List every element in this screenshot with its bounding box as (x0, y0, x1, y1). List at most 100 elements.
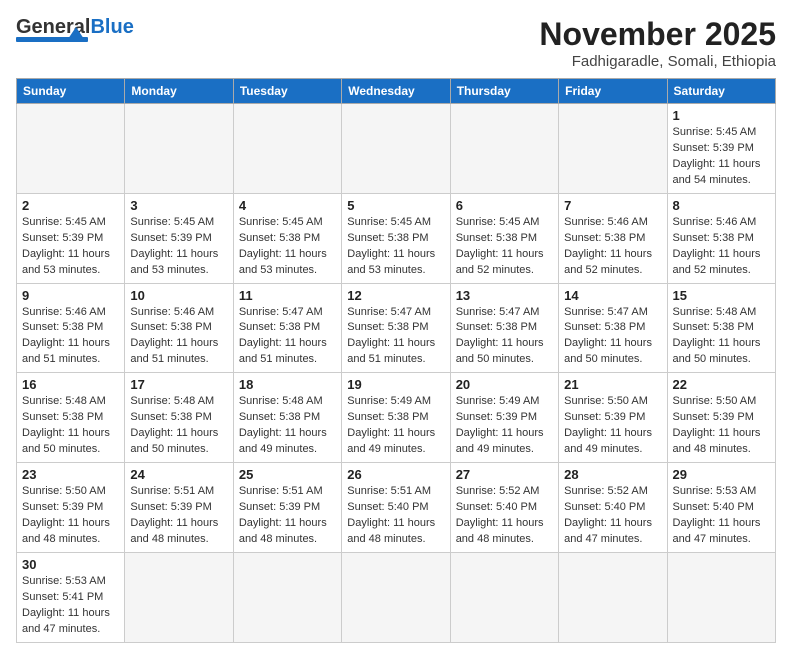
day-info: Sunrise: 5:47 AMSunset: 5:38 PMDaylight:… (239, 305, 336, 369)
calendar-cell: 9Sunrise: 5:46 AMSunset: 5:38 PMDaylight… (17, 283, 125, 373)
day-info: Sunrise: 5:48 AMSunset: 5:38 PMDaylight:… (22, 394, 119, 458)
day-number: 5 (347, 198, 444, 213)
calendar-cell (17, 104, 125, 194)
calendar-cell (559, 104, 667, 194)
calendar-week-row: 23 Sunrise: 5:50 AMSunset: 5:39 PMDayligh… (17, 463, 776, 553)
day-info: Sunrise: 5:45 AMSunset: 5:39 PMDaylight:… (22, 215, 119, 279)
month-title: November 2025 (539, 16, 776, 53)
calendar-cell: 19 Sunrise: 5:49 AMSunset: 5:38 PMDayligh… (342, 373, 450, 463)
calendar-week-row: 2Sunrise: 5:45 AMSunset: 5:39 PMDaylight… (17, 193, 776, 283)
calendar-cell: 3 Sunrise: 5:45 AMSunset: 5:39 PMDaylight… (125, 193, 233, 283)
day-number: 3 (130, 198, 227, 213)
calendar-week-row: 30 Sunrise: 5:53 AMSunset: 5:41 PMDayligh… (17, 552, 776, 642)
calendar-cell: 21Sunrise: 5:50 AMSunset: 5:39 PMDayligh… (559, 373, 667, 463)
day-info: Sunrise: 5:48 AMSunset: 5:38 PMDaylight:… (673, 305, 770, 369)
calendar-cell: 26Sunrise: 5:51 AMSunset: 5:40 PMDayligh… (342, 463, 450, 553)
logo-triangle (68, 27, 84, 39)
day-info: Sunrise: 5:48 AMSunset: 5:38 PMDaylight:… (239, 394, 336, 458)
day-number: 18 (239, 377, 336, 392)
day-number: 21 (564, 377, 661, 392)
calendar-cell: 8Sunrise: 5:46 AMSunset: 5:38 PMDaylight… (667, 193, 775, 283)
calendar-cell: 25Sunrise: 5:51 AMSunset: 5:39 PMDayligh… (233, 463, 341, 553)
day-info: Sunrise: 5:52 AMSunset: 5:40 PMDaylight:… (564, 484, 661, 548)
calendar-cell (125, 104, 233, 194)
calendar-cell (450, 104, 558, 194)
day-info: Sunrise: 5:50 AMSunset: 5:39 PMDaylight:… (22, 484, 119, 548)
calendar-cell: 30 Sunrise: 5:53 AMSunset: 5:41 PMDayligh… (17, 552, 125, 642)
day-number: 19 (347, 377, 444, 392)
calendar-cell: 10 Sunrise: 5:46 AMSunset: 5:38 PMDayligh… (125, 283, 233, 373)
calendar-cell (559, 552, 667, 642)
day-number: 30 (22, 557, 119, 572)
calendar: SundayMondayTuesdayWednesdayThursdayFrid… (16, 78, 776, 643)
calendar-cell (450, 552, 558, 642)
calendar-cell: 17 Sunrise: 5:48 AMSunset: 5:38 PMDayligh… (125, 373, 233, 463)
day-number: 4 (239, 198, 336, 213)
calendar-cell: 14Sunrise: 5:47 AMSunset: 5:38 PMDayligh… (559, 283, 667, 373)
day-info: Sunrise: 5:53 AMSunset: 5:41 PMDaylight:… (22, 574, 119, 638)
calendar-cell (667, 552, 775, 642)
calendar-cell: 20 Sunrise: 5:49 AMSunset: 5:39 PMDayligh… (450, 373, 558, 463)
header: General Blue November 2025 Fadhigaradle,… (16, 16, 776, 70)
day-info: Sunrise: 5:46 AMSunset: 5:38 PMDaylight:… (130, 305, 227, 369)
calendar-cell: 28 Sunrise: 5:52 AMSunset: 5:40 PMDayligh… (559, 463, 667, 553)
calendar-cell: 7 Sunrise: 5:46 AMSunset: 5:38 PMDaylight… (559, 193, 667, 283)
day-number: 14 (564, 288, 661, 303)
calendar-cell: 12Sunrise: 5:47 AMSunset: 5:38 PMDayligh… (342, 283, 450, 373)
day-info: Sunrise: 5:49 AMSunset: 5:38 PMDaylight:… (347, 394, 444, 458)
day-info: Sunrise: 5:51 AMSunset: 5:39 PMDaylight:… (130, 484, 227, 548)
day-header-wednesday: Wednesday (342, 79, 450, 104)
day-info: Sunrise: 5:53 AMSunset: 5:40 PMDaylight:… (673, 484, 770, 548)
day-number: 11 (239, 288, 336, 303)
day-info: Sunrise: 5:46 AMSunset: 5:38 PMDaylight:… (673, 215, 770, 279)
day-info: Sunrise: 5:49 AMSunset: 5:39 PMDaylight:… (456, 394, 553, 458)
day-info: Sunrise: 5:45 AMSunset: 5:38 PMDaylight:… (456, 215, 553, 279)
day-number: 13 (456, 288, 553, 303)
calendar-cell: 27 Sunrise: 5:52 AMSunset: 5:40 PMDayligh… (450, 463, 558, 553)
day-number: 17 (130, 377, 227, 392)
calendar-cell: 23 Sunrise: 5:50 AMSunset: 5:39 PMDayligh… (17, 463, 125, 553)
day-header-tuesday: Tuesday (233, 79, 341, 104)
day-number: 23 (22, 467, 119, 482)
calendar-header-row: SundayMondayTuesdayWednesdayThursdayFrid… (17, 79, 776, 104)
calendar-cell: 18 Sunrise: 5:48 AMSunset: 5:38 PMDayligh… (233, 373, 341, 463)
calendar-cell (233, 104, 341, 194)
day-header-sunday: Sunday (17, 79, 125, 104)
day-info: Sunrise: 5:45 AMSunset: 5:38 PMDaylight:… (239, 215, 336, 279)
day-number: 27 (456, 467, 553, 482)
calendar-cell: 4 Sunrise: 5:45 AMSunset: 5:38 PMDaylight… (233, 193, 341, 283)
calendar-week-row: 16Sunrise: 5:48 AMSunset: 5:38 PMDayligh… (17, 373, 776, 463)
day-info: Sunrise: 5:45 AMSunset: 5:39 PMDaylight:… (673, 125, 770, 189)
calendar-cell: 13Sunrise: 5:47 AMSunset: 5:38 PMDayligh… (450, 283, 558, 373)
calendar-cell: 2Sunrise: 5:45 AMSunset: 5:39 PMDaylight… (17, 193, 125, 283)
day-info: Sunrise: 5:46 AMSunset: 5:38 PMDaylight:… (564, 215, 661, 279)
day-number: 20 (456, 377, 553, 392)
day-number: 25 (239, 467, 336, 482)
day-number: 9 (22, 288, 119, 303)
day-number: 28 (564, 467, 661, 482)
day-header-monday: Monday (125, 79, 233, 104)
day-info: Sunrise: 5:48 AMSunset: 5:38 PMDaylight:… (130, 394, 227, 458)
logo-blue-text: Blue (90, 16, 133, 39)
logo: General Blue (16, 16, 134, 42)
day-info: Sunrise: 5:52 AMSunset: 5:40 PMDaylight:… (456, 484, 553, 548)
day-header-saturday: Saturday (667, 79, 775, 104)
day-number: 6 (456, 198, 553, 213)
title-area: November 2025 Fadhigaradle, Somali, Ethi… (539, 16, 776, 70)
day-header-friday: Friday (559, 79, 667, 104)
day-number: 15 (673, 288, 770, 303)
calendar-cell: 29Sunrise: 5:53 AMSunset: 5:40 PMDayligh… (667, 463, 775, 553)
day-number: 10 (130, 288, 227, 303)
calendar-cell: 16Sunrise: 5:48 AMSunset: 5:38 PMDayligh… (17, 373, 125, 463)
calendar-cell: 5Sunrise: 5:45 AMSunset: 5:38 PMDaylight… (342, 193, 450, 283)
day-number: 26 (347, 467, 444, 482)
day-number: 1 (673, 108, 770, 123)
day-number: 22 (673, 377, 770, 392)
calendar-week-row: 9 Sunrise: 5:46 AMSunset: 5:38 PMDaylight… (17, 283, 776, 373)
day-number: 12 (347, 288, 444, 303)
day-info: Sunrise: 5:45 AMSunset: 5:39 PMDaylight:… (130, 215, 227, 279)
calendar-cell (233, 552, 341, 642)
day-number: 24 (130, 467, 227, 482)
day-number: 7 (564, 198, 661, 213)
day-header-thursday: Thursday (450, 79, 558, 104)
